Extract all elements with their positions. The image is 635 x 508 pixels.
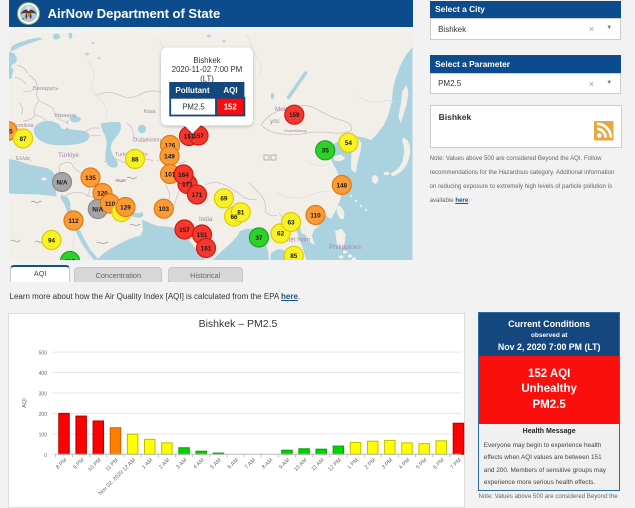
svg-text:2 PM: 2 PM	[363, 457, 377, 471]
svg-text:69: 69	[220, 196, 228, 203]
svg-text:85: 85	[290, 253, 298, 260]
svg-text:110: 110	[310, 212, 321, 219]
svg-text:N/A: N/A	[92, 206, 103, 213]
svg-text:9 PM: 9 PM	[72, 457, 86, 471]
svg-text:157: 157	[193, 133, 204, 140]
svg-text:152: 152	[224, 103, 238, 112]
svg-text:500: 500	[38, 350, 47, 356]
svg-text:Ελλάς: Ελλάς	[16, 155, 31, 162]
svg-text:161: 161	[201, 245, 212, 252]
svg-text:6 AM: 6 AM	[226, 457, 239, 470]
svg-text:112: 112	[68, 218, 79, 225]
svg-text:7 PM: 7 PM	[449, 457, 463, 471]
svg-text:151: 151	[197, 232, 208, 239]
svg-text:62: 62	[277, 231, 285, 238]
svg-text:1 PM: 1 PM	[346, 457, 360, 471]
svg-text:4 AM: 4 AM	[192, 457, 205, 470]
svg-text:1 AM: 1 AM	[141, 457, 154, 470]
svg-text:149: 149	[164, 153, 175, 160]
svg-text:Bishkek – PM2.5: Bishkek – PM2.5	[198, 318, 277, 330]
svg-text:Улаанбаатар: Улаанбаатар	[284, 129, 307, 133]
svg-text:103: 103	[158, 206, 169, 213]
svg-text:115: 115	[9, 128, 13, 135]
svg-text:8 AM: 8 AM	[261, 457, 274, 470]
svg-text:7 AM: 7 AM	[243, 457, 256, 470]
svg-text:2020-11-02 7:00 PM: 2020-11-02 7:00 PM	[172, 65, 243, 74]
svg-text:2 AM: 2 AM	[158, 457, 171, 470]
svg-text:AQI: AQI	[223, 86, 237, 95]
svg-text:112: 112	[65, 258, 76, 260]
svg-text:400: 400	[38, 371, 47, 377]
svg-text:3 AM: 3 AM	[175, 457, 188, 470]
svg-text:0: 0	[44, 452, 47, 458]
svg-text:Philippines: Philippines	[329, 244, 362, 251]
svg-text:Bishkek: Bishkek	[193, 56, 220, 65]
svg-text:11 PM: 11 PM	[104, 457, 119, 472]
svg-text:12 PM: 12 PM	[327, 457, 343, 473]
svg-text:India: India	[199, 216, 213, 223]
svg-text:10 PM: 10 PM	[87, 457, 103, 473]
svg-text:164: 164	[178, 172, 189, 179]
svg-text:3 PM: 3 PM	[380, 457, 394, 471]
svg-text:300: 300	[38, 391, 47, 397]
svg-text:AQI: AQI	[22, 397, 28, 407]
svg-text:63: 63	[287, 219, 295, 226]
svg-text:200: 200	[38, 411, 47, 417]
svg-text:Türkiye: Türkiye	[58, 152, 79, 159]
svg-text:135: 135	[85, 175, 96, 182]
svg-text:37: 37	[255, 235, 263, 242]
svg-text:N/A: N/A	[56, 179, 67, 186]
svg-text:101: 101	[165, 171, 176, 178]
svg-text:6 PM: 6 PM	[432, 457, 446, 471]
svg-text:157: 157	[179, 227, 190, 234]
svg-text:Беларусь: Беларусь	[33, 86, 58, 92]
svg-text:9 AM: 9 AM	[278, 457, 291, 470]
svg-text:94: 94	[48, 237, 56, 244]
svg-text:PM2.5: PM2.5	[182, 103, 205, 112]
svg-text:5 PM: 5 PM	[415, 457, 429, 471]
svg-text:81: 81	[237, 210, 245, 217]
svg-text:Каза: Каза	[144, 109, 156, 115]
svg-text:88: 88	[131, 156, 139, 163]
svg-text:171: 171	[192, 192, 203, 199]
svg-text:129: 129	[120, 204, 131, 211]
svg-text:O‘zbekiston: O‘zbekiston	[133, 138, 161, 144]
svg-text:148: 148	[336, 182, 347, 189]
svg-text:5 AM: 5 AM	[209, 457, 222, 470]
svg-text:4 PM: 4 PM	[398, 457, 412, 471]
svg-text:11 AM: 11 AM	[310, 457, 325, 472]
svg-text:Pollutant: Pollutant	[175, 86, 210, 95]
svg-text:Украина: Украина	[54, 113, 77, 119]
svg-text:35: 35	[322, 148, 330, 155]
svg-text:159: 159	[289, 112, 300, 119]
svg-text:100: 100	[38, 432, 47, 438]
svg-text:54: 54	[345, 140, 353, 147]
svg-text:87: 87	[19, 136, 27, 143]
svg-text:10 AM: 10 AM	[293, 457, 309, 473]
svg-text:8 PM: 8 PM	[55, 457, 69, 471]
svg-text:(LT): (LT)	[200, 74, 214, 83]
svg-text:улс: улс	[270, 118, 280, 125]
